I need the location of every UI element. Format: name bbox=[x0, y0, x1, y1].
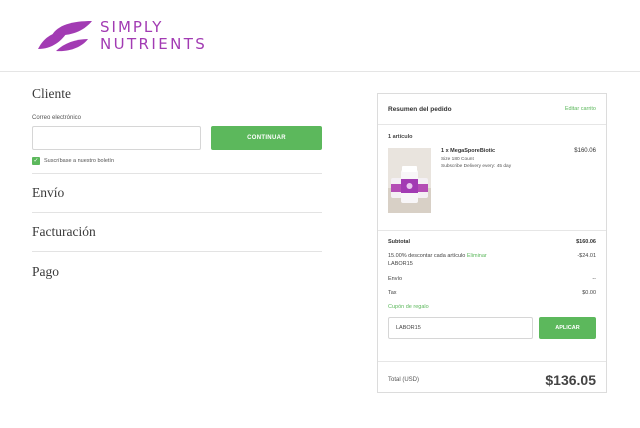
discount-row: 15.00% descontar cada artículo Eliminar … bbox=[388, 253, 596, 267]
cart-item-price: $160.06 bbox=[574, 148, 596, 154]
billing-section[interactable]: Facturación bbox=[32, 213, 322, 252]
coupon-row: LABOR15 APLICAR bbox=[388, 317, 596, 339]
subtotal-label: Subtotal bbox=[388, 239, 410, 245]
customer-section-title: Cliente bbox=[32, 86, 71, 101]
shipping-row: Envío -- bbox=[388, 276, 596, 282]
discount-text: 15.00% descontar cada artículo bbox=[388, 253, 466, 259]
site-logo[interactable]: SIMPLY NUTRIENTS bbox=[34, 18, 207, 54]
order-totals: Subtotal $160.06 15.00% descontar cada a… bbox=[378, 230, 606, 362]
shipping-section[interactable]: Envío bbox=[32, 174, 322, 213]
logo-text-nutrients: NUTRIENTS bbox=[100, 35, 208, 53]
newsletter-checkbox[interactable]: ✓ bbox=[32, 157, 40, 165]
checkmark-icon: ✓ bbox=[33, 158, 39, 164]
newsletter-label[interactable]: Suscríbase a nuestro boletín bbox=[44, 158, 114, 164]
order-summary: Resumen del pedido Editar carrito 1 artí… bbox=[377, 93, 607, 393]
discount-value: -$24.01 bbox=[577, 253, 596, 259]
continue-button[interactable]: CONTINUAR bbox=[211, 126, 322, 150]
gift-coupon-label[interactable]: Cupón de regalo bbox=[388, 304, 596, 310]
shipping-section-title: Envío bbox=[32, 185, 65, 200]
site-header: SIMPLY NUTRIENTS bbox=[0, 0, 640, 72]
apply-coupon-button[interactable]: APLICAR bbox=[538, 317, 596, 339]
payment-section-title: Pago bbox=[32, 263, 59, 279]
cart-item-size: Size 180 Count bbox=[441, 157, 474, 162]
total-value: $136.05 bbox=[545, 372, 596, 388]
tax-row: Tax $0.00 bbox=[388, 290, 596, 296]
total-label: Total (USD) bbox=[388, 377, 420, 383]
coupon-input[interactable]: LABOR15 bbox=[388, 317, 533, 339]
payment-section[interactable]: Pago bbox=[32, 252, 322, 291]
logo-text-simply: SIMPLY bbox=[100, 18, 164, 36]
billing-section-title: Facturación bbox=[32, 224, 96, 239]
order-summary-header: Resumen del pedido Editar carrito bbox=[378, 94, 606, 125]
newsletter-row: ✓ Suscríbase a nuestro boletín bbox=[32, 157, 322, 165]
subtotal-row: Subtotal $160.06 bbox=[388, 239, 596, 245]
cart-item: 1 x MegaSporeBiotic Size 180 Count Subsc… bbox=[378, 140, 606, 230]
edit-cart-link[interactable]: Editar carrito bbox=[565, 106, 596, 112]
tax-value: $0.00 bbox=[582, 290, 596, 296]
remove-discount-link[interactable]: Eliminar bbox=[467, 253, 487, 259]
discount-info: 15.00% descontar cada artículo Eliminar … bbox=[388, 253, 487, 267]
leaf-logo-icon bbox=[38, 21, 92, 52]
discount-code: LABOR15 bbox=[388, 261, 413, 267]
cart-item-delivery: Subscribe Delivery every: 45 day bbox=[441, 164, 512, 169]
email-input[interactable] bbox=[32, 126, 201, 150]
shipping-label: Envío bbox=[388, 276, 403, 282]
email-row: CONTINUAR bbox=[32, 126, 322, 150]
product-image bbox=[388, 148, 431, 213]
grand-total-row: Total (USD) $136.05 bbox=[378, 362, 606, 398]
order-summary-title: Resumen del pedido bbox=[388, 105, 452, 113]
email-label: Correo electrónico bbox=[32, 115, 82, 121]
items-count: 1 artículo bbox=[388, 134, 413, 140]
cart-item-name: 1 x MegaSporeBiotic bbox=[441, 148, 496, 154]
tax-label: Tax bbox=[388, 290, 397, 296]
checkout-steps: Cliente Correo electrónico CONTINUAR ✓ S… bbox=[32, 86, 322, 291]
subtotal-value: $160.06 bbox=[576, 239, 596, 245]
logo-wordmark: SIMPLY NUTRIENTS bbox=[100, 20, 207, 52]
shipping-value: -- bbox=[592, 276, 596, 282]
product-bottles-image bbox=[388, 148, 431, 213]
cart-item-info: 1 x MegaSporeBiotic Size 180 Count Subsc… bbox=[441, 148, 574, 230]
